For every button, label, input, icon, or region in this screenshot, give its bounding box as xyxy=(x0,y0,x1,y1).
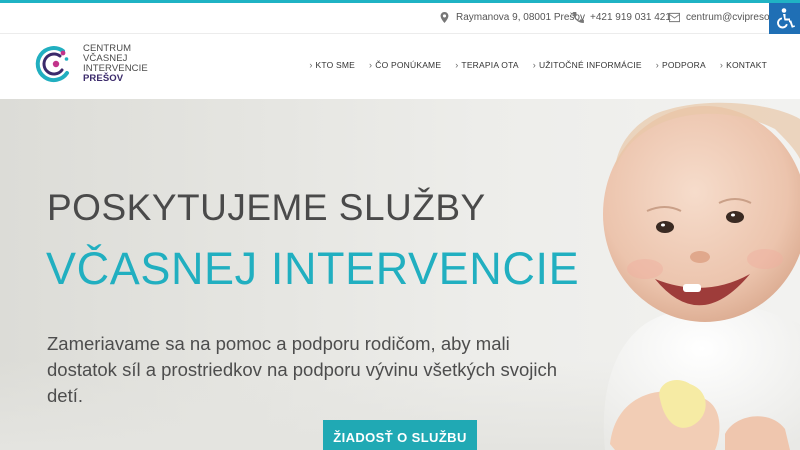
hero-subtext: Zameriavame sa na pomoc a podporu rodičo… xyxy=(47,331,587,409)
contact-topbar: Raymanova 9, 08001 Prešov +421 919 031 4… xyxy=(0,3,800,34)
nav-item-label: KONTAKT xyxy=(726,60,767,70)
hero-headline-line1: POSKYTUJEME SLUŽBY xyxy=(47,187,486,228)
hero-baby-image xyxy=(603,102,800,450)
nav-item-kontakt[interactable]: › KONTAKT xyxy=(713,60,774,70)
chevron-right-icon: › xyxy=(309,60,313,70)
chevron-right-icon: › xyxy=(532,60,536,70)
chevron-right-icon: › xyxy=(369,60,373,70)
chevron-right-icon: › xyxy=(719,60,724,70)
phone-text: +421 919 031 421 xyxy=(590,12,671,23)
nav-item-terapia-ota[interactable]: › TERAPIA OTA xyxy=(448,60,526,70)
wheelchair-icon xyxy=(776,7,795,28)
envelope-icon xyxy=(669,12,680,23)
hero-subtext-line2: dostatok síl a prostriedkov na podporu v… xyxy=(47,359,558,406)
nav-item-label: KTO SME xyxy=(315,60,356,70)
nav-item-podpora[interactable]: › PODPORA xyxy=(649,60,713,70)
site-logo[interactable]: CENTRUM VČASNEJ INTERVENCIE PREŠOV xyxy=(33,43,148,85)
nav-item-kto-sme[interactable]: › KTO SME xyxy=(302,60,362,70)
map-marker-icon xyxy=(440,12,449,23)
nav-item-label: ČO PONÚKAME xyxy=(375,60,442,70)
hero-headline-line2: VČASNEJ INTERVENCIE xyxy=(46,243,580,294)
nav-item-label: UŽITOČNÉ INFORMÁCIE xyxy=(538,60,642,70)
accessibility-button[interactable] xyxy=(769,3,800,34)
logo-mark-icon xyxy=(35,46,69,83)
address-text: Raymanova 9, 08001 Prešov xyxy=(456,12,585,23)
logo-text: CENTRUM VČASNEJ INTERVENCIE PREŠOV xyxy=(83,44,148,84)
logo-city: PREŠOV xyxy=(83,73,124,84)
nav-item-label: PODPORA xyxy=(661,60,706,70)
chevron-right-icon: › xyxy=(455,60,459,70)
nav-item-label: TERAPIA OTA xyxy=(461,60,519,70)
main-header: CENTRUM VČASNEJ INTERVENCIE PREŠOV › KTO … xyxy=(0,35,800,99)
main-navigation: › KTO SME › ČO PONÚKAME › TERAPIA OTA › UŽIT… xyxy=(302,60,774,70)
hero-banner: POSKYTUJEME SLUŽBY VČASNEJ INTERVENCIE Z… xyxy=(0,99,800,450)
hero-subtext-line1: Zameriavame sa na pomoc a podporu rodičo… xyxy=(47,333,510,354)
phone-icon xyxy=(573,12,584,23)
chevron-right-icon: › xyxy=(655,60,659,70)
address-info: Raymanova 9, 08001 Prešov xyxy=(439,12,585,23)
phone-info[interactable]: +421 919 031 421 xyxy=(573,12,671,23)
nav-item-co-ponukame[interactable]: › ČO PONÚKAME xyxy=(362,60,448,70)
nav-item-uzitocne-informacie[interactable]: › UŽITOČNÉ INFORMÁCIE xyxy=(526,60,649,70)
request-service-button[interactable]: ŽIADOSŤ O SLUŽBU xyxy=(323,420,477,450)
